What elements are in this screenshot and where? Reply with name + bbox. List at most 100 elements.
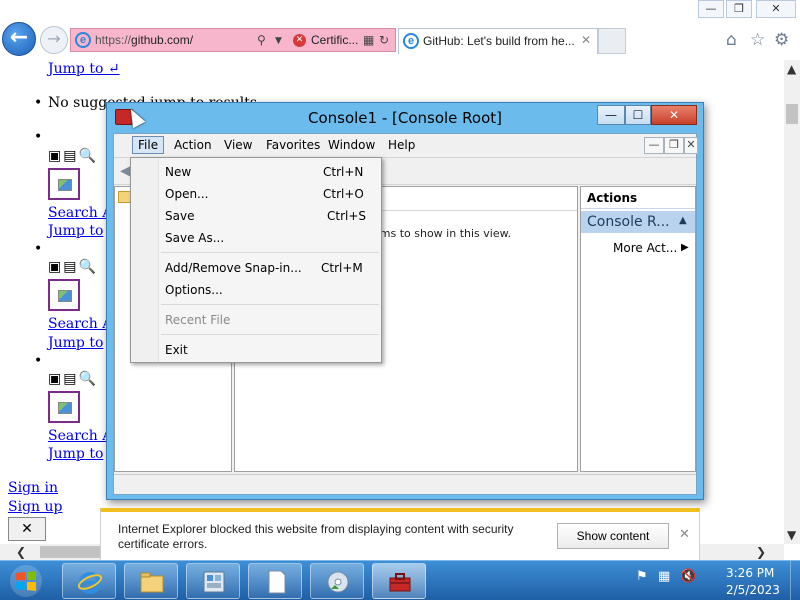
menu-item-options[interactable]: Options... xyxy=(165,283,223,297)
arrow-left-icon: ← xyxy=(9,25,29,50)
minimize-button[interactable]: — xyxy=(597,105,625,125)
arrow-right-icon: → xyxy=(47,29,61,48)
item-icons: ▣▤🔍 xyxy=(48,148,98,164)
taskbar-file-explorer[interactable] xyxy=(124,563,178,599)
sign-in-link[interactable]: Sign in xyxy=(8,480,58,496)
menu-item-exit[interactable]: Exit xyxy=(165,343,188,357)
back-button[interactable]: ← xyxy=(2,22,36,56)
jump-to-link[interactable]: Jump to xyxy=(48,223,103,239)
address-bar[interactable]: e https://github.com/ ⚲ ▼ ✕ Certific... … xyxy=(70,28,396,52)
close-button[interactable]: ✕ xyxy=(8,517,46,541)
tab-close-icon[interactable]: ✕ xyxy=(581,33,591,47)
list-bullet: • xyxy=(34,241,43,257)
taskbar-internet-explorer[interactable] xyxy=(62,563,116,599)
ie-tab-icon: e xyxy=(403,33,419,49)
scroll-right-icon[interactable]: ❯ xyxy=(756,545,766,559)
jump-to-link[interactable]: Jump to xyxy=(48,446,103,462)
menu-favorites[interactable]: Favorites xyxy=(266,138,320,152)
menu-separator xyxy=(161,252,379,253)
refresh-icon[interactable]: ↻ xyxy=(379,33,389,47)
notification-close-icon[interactable]: ✕ xyxy=(679,527,690,542)
status-bar xyxy=(114,474,696,494)
network-icon[interactable]: ▦ xyxy=(658,569,670,584)
empty-list-message: ems to show in this view. xyxy=(373,227,512,240)
scroll-left-icon[interactable]: ❮ xyxy=(16,545,26,559)
shortcut-snap-in: Ctrl+M xyxy=(321,261,363,275)
security-notification-bar: Internet Explorer blocked this website f… xyxy=(100,508,700,560)
jump-to-link[interactable]: Jump to xyxy=(48,335,103,351)
close-button[interactable]: ✕ xyxy=(651,105,697,125)
taskbar: ⚑ ▦ 🔇 3:26 PM 2/5/2023 xyxy=(0,560,800,600)
folder-icon xyxy=(140,572,164,593)
scroll-up-icon[interactable]: ▲ xyxy=(787,62,796,76)
menu-item-new[interactable]: New xyxy=(165,165,191,179)
flag-icon[interactable]: ⚑ xyxy=(636,569,648,584)
menu-item-save-as[interactable]: Save As... xyxy=(165,231,224,245)
child-restore-button[interactable]: ❐ xyxy=(664,137,684,154)
search-link[interactable]: Search A xyxy=(48,205,112,221)
menu-item-add-remove-snap-in[interactable]: Add/Remove Snap-in... xyxy=(165,261,302,275)
actions-pane: Actions Console R... ▲ More Act... ▶ xyxy=(580,186,696,472)
menu-item-recent-file: Recent File xyxy=(165,313,231,327)
search-link[interactable]: Search A xyxy=(48,316,112,332)
menu-file[interactable]: File xyxy=(132,136,165,154)
taskbar-console[interactable] xyxy=(372,563,426,599)
menu-bar: File Action View Favorites Window Help —… xyxy=(114,134,698,158)
taskbar-media[interactable] xyxy=(310,563,364,599)
speaker-muted-icon[interactable]: 🔇 xyxy=(680,569,696,584)
show-content-button[interactable]: Show content xyxy=(557,523,669,549)
collapse-arrow-icon[interactable]: ▲ xyxy=(679,215,687,226)
show-desktop-button[interactable] xyxy=(790,561,800,600)
list-bullet: • xyxy=(34,95,43,111)
menu-item-save[interactable]: Save xyxy=(165,209,194,223)
search-link[interactable]: Search A xyxy=(48,428,112,444)
scroll-down-icon[interactable]: ▼ xyxy=(787,528,796,542)
favorites-star-icon[interactable]: ☆ xyxy=(750,30,765,50)
minimize-button[interactable]: — xyxy=(698,0,724,18)
media-disc-icon xyxy=(327,571,349,593)
certificate-error-icon[interactable]: ✕ xyxy=(293,34,306,47)
file-menu-dropdown: New Ctrl+N Open... Ctrl+O Save Ctrl+S Sa… xyxy=(130,157,382,363)
maximize-button[interactable]: ❐ xyxy=(726,0,752,18)
browser-tab[interactable]: e GitHub: Let's build from he... ✕ xyxy=(398,28,598,54)
clock-date[interactable]: 2/5/2023 xyxy=(726,583,780,597)
maximize-button[interactable]: ☐ xyxy=(625,105,651,125)
menu-window[interactable]: Window xyxy=(328,138,375,152)
document-icon xyxy=(268,570,286,594)
vertical-scrollbar[interactable]: ▲ ▼ xyxy=(784,60,800,544)
child-close-button[interactable]: ✕ xyxy=(684,137,698,154)
menu-item-open[interactable]: Open... xyxy=(165,187,209,201)
menu-action[interactable]: Action xyxy=(174,138,212,152)
item-icons: ▣▤🔍 xyxy=(48,371,98,387)
taskbar-control-panel[interactable] xyxy=(186,563,240,599)
gear-icon[interactable]: ⚙ xyxy=(774,30,789,50)
certificate-error-label[interactable]: Certific... xyxy=(311,33,358,47)
close-button[interactable]: ✕ xyxy=(756,0,796,18)
search-icon[interactable]: ⚲ xyxy=(257,33,266,47)
address-url[interactable]: https://github.com/ xyxy=(95,33,193,47)
compatibility-icon[interactable]: ▦ xyxy=(363,33,374,47)
home-icon[interactable]: ⌂ xyxy=(726,30,737,50)
actions-title: Actions xyxy=(581,187,695,209)
start-button[interactable] xyxy=(4,564,48,598)
menu-gutter xyxy=(131,158,159,362)
forward-button[interactable]: → xyxy=(40,26,68,54)
list-bullet: • xyxy=(34,353,43,369)
taskbar-document[interactable] xyxy=(248,563,302,599)
shortcut-new: Ctrl+N xyxy=(323,165,364,179)
more-actions-link[interactable]: More Act... xyxy=(613,241,677,255)
tab-title: GitHub: Let's build from he... xyxy=(423,34,575,48)
clock-time[interactable]: 3:26 PM xyxy=(726,566,774,580)
ie-logo-icon: e xyxy=(75,32,91,48)
scroll-thumb[interactable] xyxy=(786,104,798,124)
menu-help[interactable]: Help xyxy=(388,138,415,152)
dropdown-arrow-icon[interactable]: ▼ xyxy=(275,36,282,46)
menu-view[interactable]: View xyxy=(224,138,252,152)
browser-chrome: — ❐ ✕ ← → e https://github.com/ ⚲ ▼ ✕ Ce… xyxy=(0,0,800,60)
new-tab-button[interactable] xyxy=(598,28,626,54)
actions-section-header[interactable]: Console R... xyxy=(581,211,695,233)
child-minimize-button[interactable]: — xyxy=(644,137,664,154)
notification-message: Internet Explorer blocked this website f… xyxy=(118,522,514,551)
sign-up-link[interactable]: Sign up xyxy=(8,499,62,515)
jump-to-link[interactable]: Jump to ↵ xyxy=(48,61,120,77)
